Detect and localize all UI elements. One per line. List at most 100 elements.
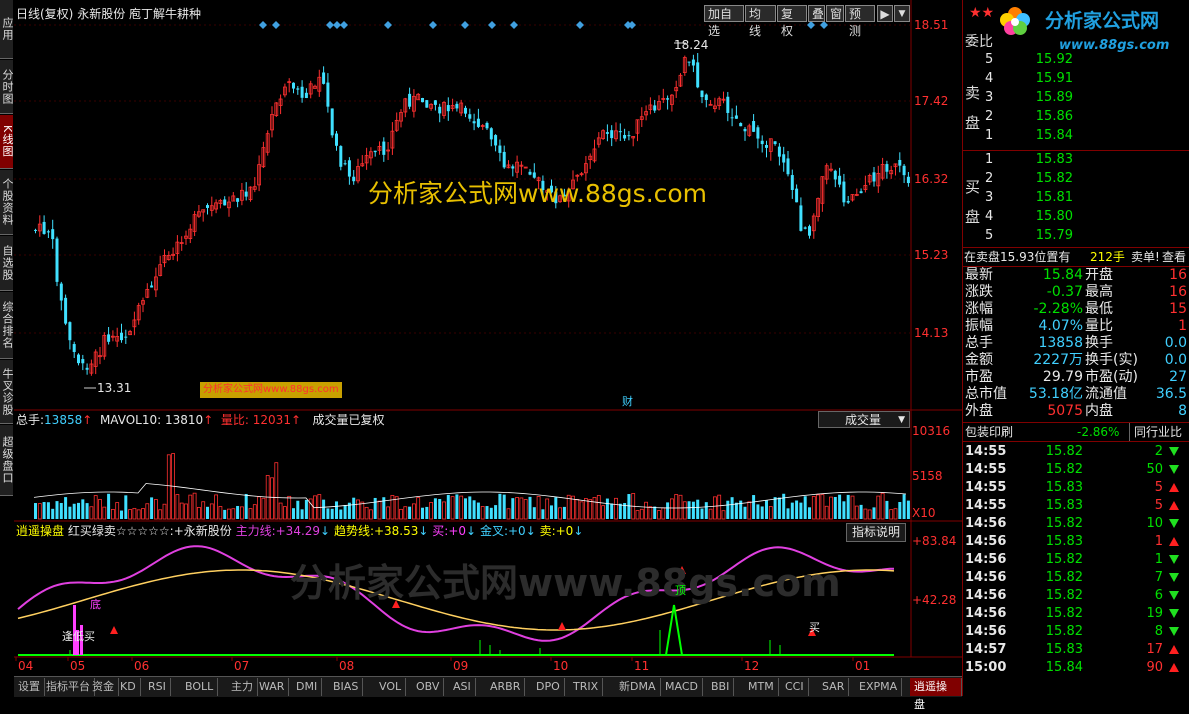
bottom-tab-15[interactable]: TRIX <box>569 678 604 696</box>
sell-level-1[interactable]: 1 15.84 <box>963 127 1189 145</box>
bottom-tab-21[interactable]: SAR <box>818 678 850 696</box>
tick-row[interactable]: 14:56 15.82 6 <box>963 587 1189 605</box>
weibi-label: 委比 <box>965 34 993 50</box>
bottom-tab-6[interactable]: 主力 <box>227 678 258 696</box>
bottom-tab-5[interactable]: BOLL <box>181 678 219 696</box>
tick-row[interactable]: 14:55 15.82 50 <box>963 461 1189 479</box>
bottom-tab-2[interactable]: 资金 <box>88 678 119 696</box>
left-tab-0[interactable]: 应用 <box>0 0 14 59</box>
indicator-tab-bar: 设置 指标平台 资金 KD RSI BOLL 主力 WAR DMI BIAS VOL OBV ASI AR… <box>14 676 962 711</box>
toolbar-button-5[interactable]: 预测 <box>845 5 875 38</box>
left-tab-7[interactable]: 超级盘口 <box>0 425 14 496</box>
quote-panel: ★★ 分析家公式网 www.88gs.com 委比 卖盘 买盘 5 15.92 4 1… <box>962 0 1189 696</box>
left-tab-3[interactable]: 个股资料 <box>0 170 14 235</box>
bottom-tab-23[interactable]: 逍遥操盘 <box>910 678 962 711</box>
buy-level-number: 4 <box>985 209 994 224</box>
bottom-tab-4[interactable]: RSI <box>144 678 171 696</box>
bottom-tab-10[interactable]: VOL <box>375 678 407 696</box>
tick-row[interactable]: 14:55 15.83 5 <box>963 497 1189 515</box>
cai-marker[interactable]: 财 <box>622 395 633 409</box>
indicator-help-button[interactable]: 指标说明 <box>846 523 906 542</box>
view-link[interactable]: 查看 <box>1162 248 1186 266</box>
tick-row[interactable]: 14:56 15.82 7 <box>963 569 1189 587</box>
price-tick-4: 14.13 <box>914 326 949 340</box>
sell-level-5[interactable]: 5 15.92 <box>963 51 1189 69</box>
tick-volume: 6 <box>1154 588 1163 603</box>
tick-time: 14:56 <box>965 516 1007 531</box>
left-tab-1[interactable]: 分时图 <box>0 60 14 114</box>
industry-name[interactable]: 包装印刷 <box>965 423 1013 441</box>
indicator-name: 庖丁解牛耕种 <box>129 7 202 21</box>
month-label-9: 01 <box>855 659 871 673</box>
left-tab-5[interactable]: 综合排名 <box>0 292 14 359</box>
tick-row[interactable]: 15:00 15.84 90 <box>963 659 1189 677</box>
buy-level-5[interactable]: 5 15.79 <box>963 227 1189 245</box>
tick-row[interactable]: 14:57 15.83 17 <box>963 641 1189 659</box>
bottom-tab-13[interactable]: ARBR <box>486 678 526 696</box>
stat-value-2: 15 <box>1169 301 1187 317</box>
indicator-header: 逍遥操盘 红买绿卖☆☆☆☆☆:+永新股份 主力线:+34.29↓ 趋势线:+38… <box>16 524 584 538</box>
volume-dropdown[interactable]: 成交量 ▼ <box>818 411 910 428</box>
bottom-tab-17[interactable]: MACD <box>661 678 703 696</box>
tick-price: 15.82 <box>1045 444 1083 459</box>
arrow-down-icon <box>1169 569 1179 587</box>
tick-row[interactable]: 14:56 15.82 8 <box>963 623 1189 641</box>
period-label[interactable]: 日线(复权) <box>16 7 73 21</box>
toolbar-button-0[interactable]: 加自选 <box>704 5 744 38</box>
arrow-down-icon <box>1169 623 1179 641</box>
left-tab-4[interactable]: 自选股 <box>0 236 14 291</box>
stat-value: -0.37 <box>1046 284 1083 300</box>
bottom-tab-11[interactable]: OBV <box>412 678 445 696</box>
buy-level-2[interactable]: 2 15.82 <box>963 170 1189 188</box>
bottom-tab-3[interactable]: KD <box>116 678 141 696</box>
sell-level-4[interactable]: 4 15.91 <box>963 70 1189 88</box>
tick-price: 15.82 <box>1045 462 1083 477</box>
industry-compare[interactable]: 同行业比 <box>1129 423 1182 441</box>
toolbar-button-4[interactable]: 窗 <box>826 5 844 22</box>
buy-level-4[interactable]: 4 15.80 <box>963 208 1189 226</box>
left-tab-bar: 应用 分时图 K线图 个股资料 自选股 综合排名 牛叉诊股 超级盘口 <box>0 0 15 696</box>
tick-row[interactable]: 14:55 15.82 2 <box>963 443 1189 461</box>
buy-level-number: 2 <box>985 171 994 186</box>
tick-price: 15.82 <box>1045 516 1083 531</box>
bottom-tab-12[interactable]: ASI <box>449 678 476 696</box>
bottom-tab-18[interactable]: BBI <box>707 678 735 696</box>
buy-level-1[interactable]: 1 15.83 <box>963 151 1189 169</box>
toolbar-button-1[interactable]: 均线 <box>745 5 776 38</box>
tick-row[interactable]: 14:56 15.82 1 <box>963 551 1189 569</box>
mavol-value: 13810 <box>165 413 204 427</box>
stat-label: 市盈 <box>965 369 993 385</box>
toolbar-scroll-icon[interactable]: ▶ <box>877 5 893 22</box>
bottom-tab-9[interactable]: BIAS <box>329 678 364 696</box>
bottom-tab-16[interactable]: 新DMA <box>615 678 661 696</box>
stat-row-4: 总手 13858 换手 0.0 <box>963 335 1189 352</box>
tick-row[interactable]: 14:56 15.83 1 <box>963 533 1189 551</box>
buy-level-3[interactable]: 3 15.81 <box>963 189 1189 207</box>
toolbar-button-2[interactable]: 复权 <box>777 5 807 38</box>
bottom-tab-8[interactable]: DMI <box>292 678 323 696</box>
buy-price: 15.81 <box>1035 190 1073 205</box>
tick-price: 15.83 <box>1045 480 1083 495</box>
left-tab-6[interactable]: 牛叉诊股 <box>0 360 14 424</box>
bottom-tab-14[interactable]: DPO <box>532 678 565 696</box>
tick-row[interactable]: 14:56 15.82 10 <box>963 515 1189 533</box>
toolbar-button-3[interactable]: 叠 <box>808 5 825 22</box>
toolbar-dropdown-icon[interactable]: ▼ <box>894 5 910 22</box>
arrow-down-icon <box>1169 605 1179 623</box>
volume-ratio: 12031 <box>252 413 291 427</box>
price-low-label: 13.31 <box>97 381 132 395</box>
left-tab-2[interactable]: K线图 <box>0 115 14 169</box>
tick-row[interactable]: 14:55 15.83 5 <box>963 479 1189 497</box>
bottom-tab-22[interactable]: EXPMA <box>855 678 903 696</box>
bottom-tab-0[interactable]: 设置 <box>14 678 45 696</box>
bottom-tab-20[interactable]: CCI <box>781 678 809 696</box>
bottom-tab-19[interactable]: MTM <box>744 678 779 696</box>
sell-level-2[interactable]: 2 15.86 <box>963 108 1189 126</box>
tick-price: 15.82 <box>1045 552 1083 567</box>
stat-label-2: 最高 <box>1085 284 1113 300</box>
sell-level-3[interactable]: 3 15.89 <box>963 89 1189 107</box>
bottom-tab-7[interactable]: WAR <box>255 678 290 696</box>
sell-price: 15.91 <box>1035 71 1073 86</box>
tick-row[interactable]: 14:56 15.82 19 <box>963 605 1189 623</box>
stat-label: 涨跌 <box>965 284 993 300</box>
